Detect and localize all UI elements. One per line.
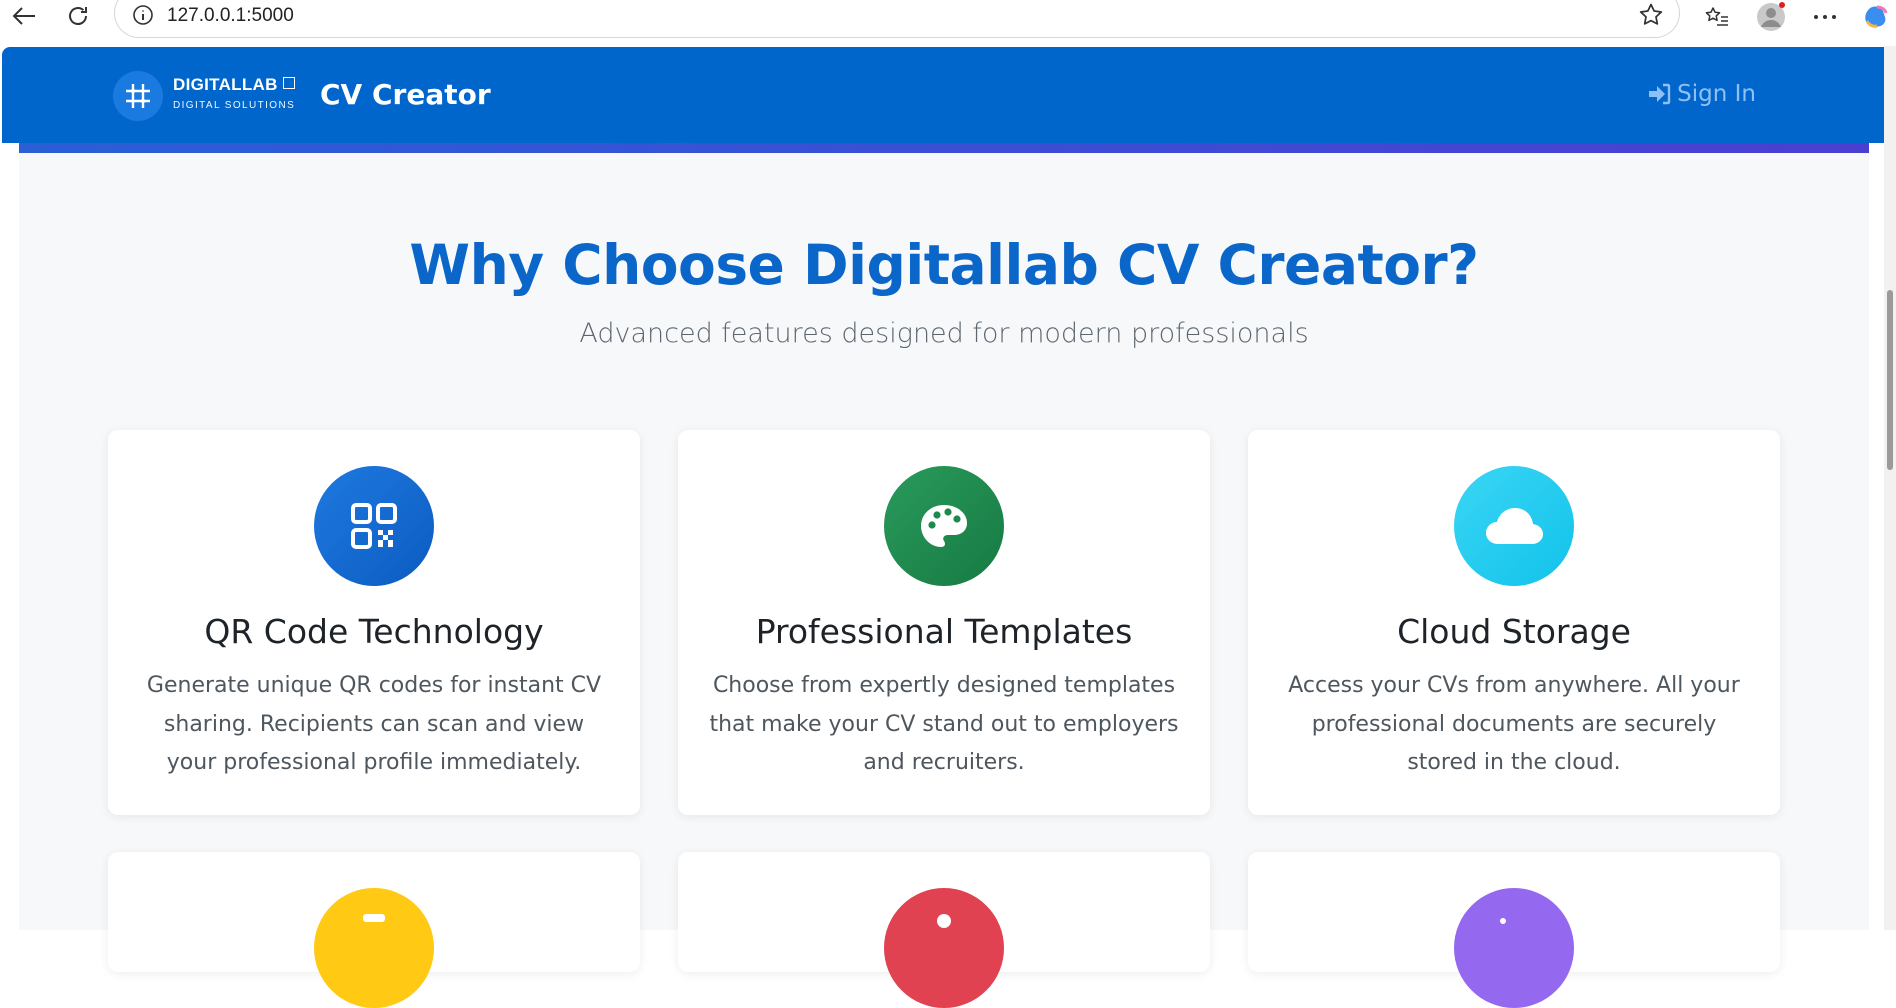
logo-name: DIGITALLAB [173,75,295,95]
feature-description: Access your CVs from anywhere. All your … [1288,673,1740,775]
feature-title: Professional Templates [755,612,1133,651]
feature-icon-badge-yellow [314,888,434,1008]
feature-description: Generate unique QR codes for instant CV … [146,673,602,775]
section-title: Why Choose Digitallab CV Creator? [409,233,1479,297]
avatar-icon [1757,2,1785,31]
qr-icon-badge [314,466,434,586]
feature-card-qr: QR Code Technology Generate unique QR co… [108,430,640,815]
url-text[interactable]: 127.0.0.1:5000 [167,5,294,27]
feature-icon-red [937,914,951,928]
copilot-button[interactable] [1862,2,1892,32]
palette-icon-badge [884,466,1004,586]
logo-mark[interactable] [113,71,163,121]
feature-card-6 [1248,852,1780,1008]
favorites-button[interactable] [1700,2,1734,32]
back-button[interactable] [4,0,44,32]
feature-card-cloud: Cloud Storage Access your CVs from anywh… [1248,430,1780,815]
sign-in-icon [1649,83,1671,105]
section-subtitle: Advanced features designed for modern pr… [579,318,1309,349]
logo-tagline: DIGITAL SOLUTIONS [173,100,296,111]
sign-in-label: Sign In [1677,81,1756,107]
feature-title: QR Code Technology [204,612,544,651]
feature-icon-yellow [363,914,385,922]
feature-card-templates: Professional Templates Choose from exper… [678,430,1210,815]
qrcode-icon [351,503,397,549]
more-dots-icon [1814,15,1836,19]
palette-icon [921,505,967,547]
hash-grid-icon [126,84,150,108]
features-section: Why Choose Digitallab CV Creator? Advanc… [19,153,1869,1008]
more-menu-button[interactable] [1808,2,1842,32]
cloud-icon [1486,508,1543,544]
cloud-icon-badge [1454,466,1574,586]
reload-button[interactable] [58,0,98,32]
favorite-star-icon[interactable] [1637,1,1665,29]
sign-in-link[interactable]: Sign In [1647,81,1756,107]
feature-title: Cloud Storage [1397,612,1631,651]
browser-toolbar: 127.0.0.1:5000 [0,0,1896,46]
profile-button[interactable] [1754,2,1788,32]
feature-card-5 [678,852,1210,1008]
feature-icon-badge-purple [1454,888,1574,1008]
feature-icon-purple [1500,918,1506,924]
back-arrow-icon [12,7,35,25]
reload-icon [69,7,87,25]
feature-icon-badge-red [884,888,1004,1008]
page-scrollbar[interactable] [1884,46,1896,930]
logo-square-icon [282,77,295,89]
logo-wordmark[interactable]: DIGITALLAB DIGITAL SOLUTIONS [173,75,295,111]
address-bar[interactable]: 127.0.0.1:5000 [114,0,1680,38]
feature-card-4 [108,852,640,1008]
scrollbar-thumb[interactable] [1887,290,1893,470]
app-header: DIGITALLAB DIGITAL SOLUTIONS CV Creator … [2,47,1884,143]
app-title[interactable]: CV Creator [320,78,491,111]
site-info-icon[interactable] [131,3,155,27]
feature-description: Choose from expertly designed templates … [709,673,1179,775]
header-accent-bar [19,143,1869,153]
copilot-icon [1865,5,1888,28]
favorites-list-icon [1705,7,1728,26]
